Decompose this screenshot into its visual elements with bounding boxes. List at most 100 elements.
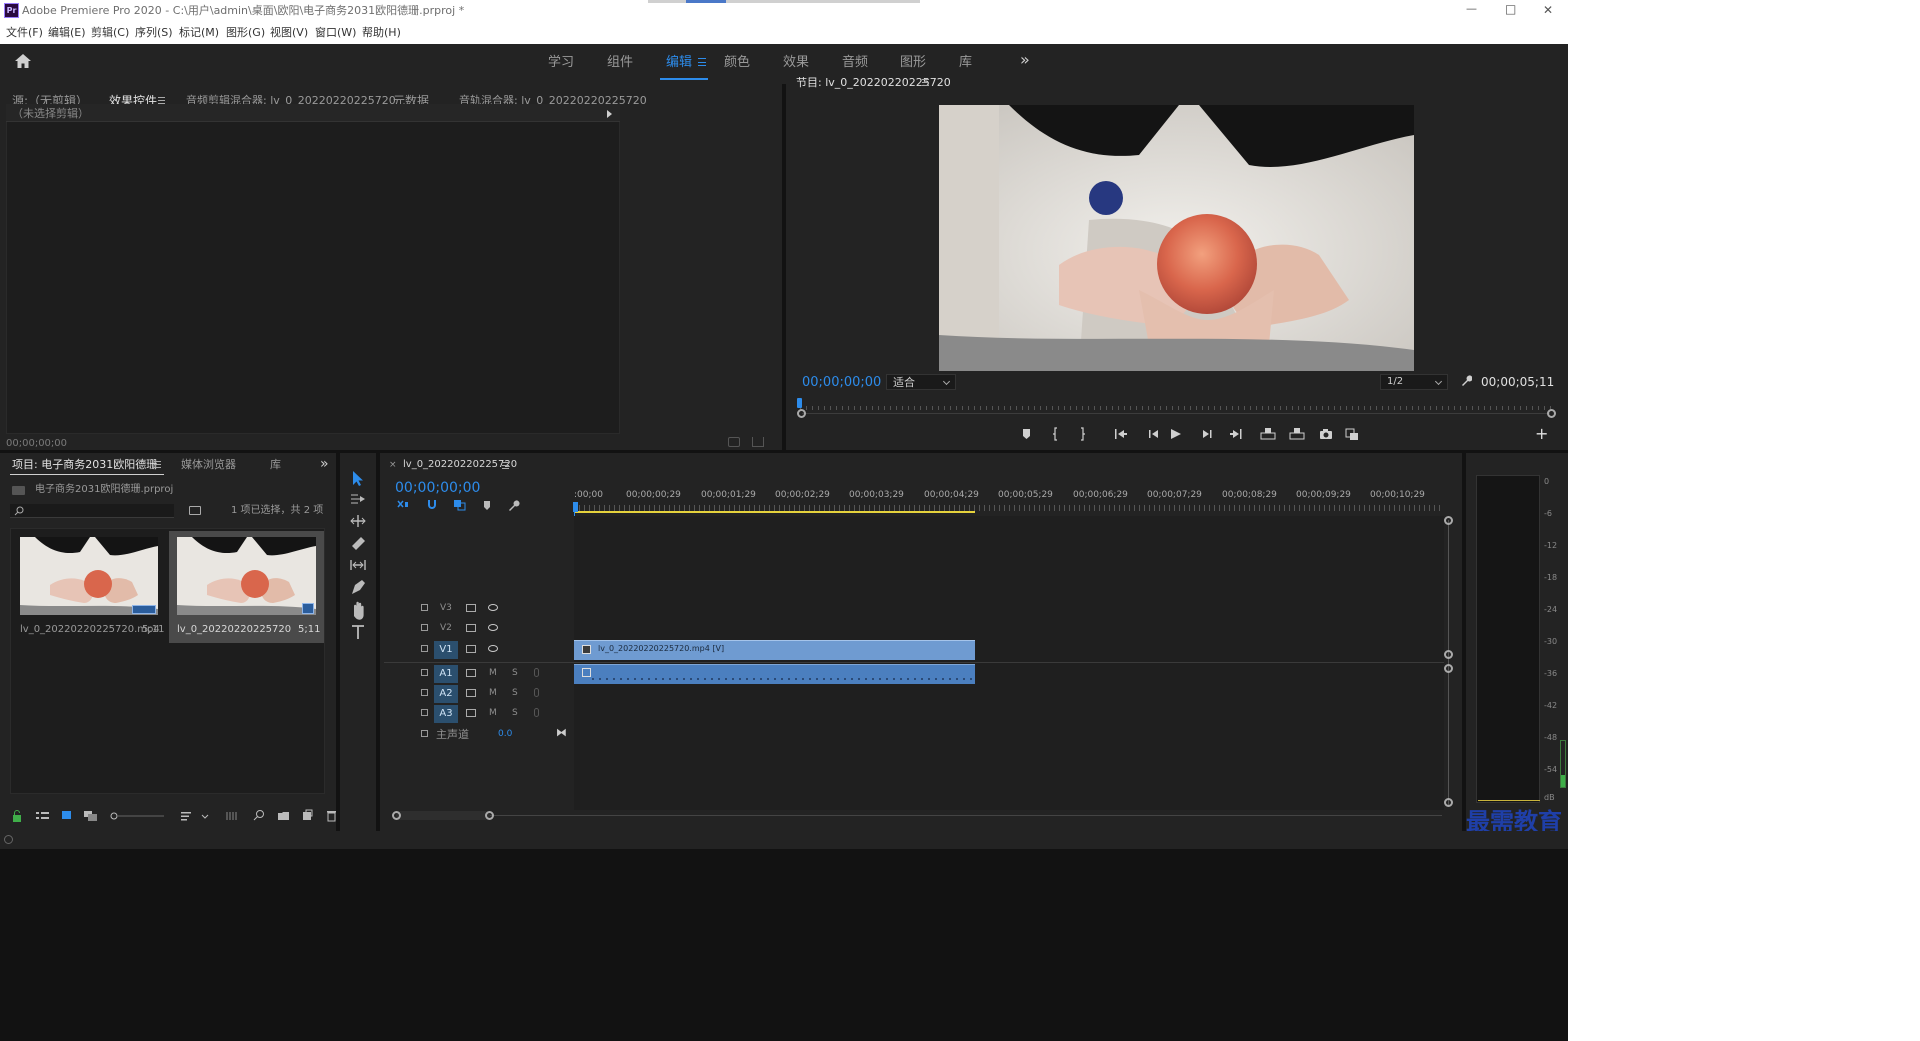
minimize-button[interactable]: — xyxy=(1466,3,1477,14)
zoom-handle-right[interactable] xyxy=(1547,409,1556,418)
workspace-menu-icon[interactable] xyxy=(698,58,706,66)
menu-help[interactable]: 帮助(H) xyxy=(362,27,401,38)
mark-out-icon[interactable] xyxy=(1081,427,1085,441)
go-to-in-icon[interactable] xyxy=(1115,429,1127,439)
close-window-button[interactable]: ✕ xyxy=(1543,4,1553,16)
lock-track-icon[interactable] xyxy=(421,709,428,716)
master-volume-value[interactable]: 0.0 xyxy=(498,730,512,739)
add-marker-icon[interactable] xyxy=(484,501,490,510)
panel-menu-icon[interactable] xyxy=(158,97,165,104)
workspace-learning[interactable]: 学习 xyxy=(548,56,574,69)
workspace-effects[interactable]: 效果 xyxy=(783,56,809,69)
track-header-v1[interactable]: V1 xyxy=(384,640,574,660)
work-area-bar[interactable] xyxy=(574,511,975,513)
program-playhead[interactable] xyxy=(797,398,802,408)
tab-libraries[interactable]: 库 xyxy=(270,459,281,470)
hscroll-handle-right[interactable] xyxy=(485,811,494,820)
track-header-v2[interactable]: V2 xyxy=(384,620,574,638)
timeline-settings-wrench-icon[interactable] xyxy=(509,500,520,511)
mute-button[interactable]: M xyxy=(489,689,497,698)
lock-track-icon[interactable] xyxy=(421,624,428,631)
automate-to-sequence-icon[interactable] xyxy=(226,812,237,820)
mute-button[interactable]: M xyxy=(489,709,497,718)
tab-project[interactable]: 项目: 电子商务2031欧阳德珊 xyxy=(12,459,157,470)
sync-lock-icon[interactable] xyxy=(466,604,476,612)
lift-icon[interactable] xyxy=(1260,428,1276,440)
timeline-scrollbar-horizontal[interactable] xyxy=(396,815,1442,816)
voice-over-mic-icon[interactable] xyxy=(534,668,539,677)
vscroll-handle-mid2[interactable] xyxy=(1444,664,1453,673)
tab-media-browser[interactable]: 媒体浏览器 xyxy=(181,459,236,470)
solo-button[interactable]: S xyxy=(512,669,518,678)
voice-over-mic-icon[interactable] xyxy=(534,708,539,717)
project-panel-menu-icon[interactable] xyxy=(154,461,161,468)
workspace-color[interactable]: 颜色 xyxy=(724,56,750,69)
hscroll-track[interactable] xyxy=(396,811,490,820)
panel-overflow-icon[interactable]: » xyxy=(320,457,329,471)
menu-window[interactable]: 窗口(W) xyxy=(315,27,356,38)
track-select-tool-icon[interactable] xyxy=(351,494,365,504)
source-patch-a1[interactable]: A1 xyxy=(434,665,458,683)
workspace-overflow-icon[interactable]: » xyxy=(1020,52,1030,68)
mute-button[interactable]: M xyxy=(489,669,497,678)
share-icon[interactable] xyxy=(752,437,764,447)
track-header-a1[interactable]: A1 M S xyxy=(384,664,574,684)
eye-icon[interactable] xyxy=(488,604,498,611)
menu-marker[interactable]: 标记(M) xyxy=(179,27,219,38)
ripple-edit-tool-icon[interactable] xyxy=(350,515,366,527)
timeline-scrollbar-vertical[interactable] xyxy=(1448,520,1449,805)
freeform-view-icon[interactable] xyxy=(84,811,97,821)
lock-track-icon[interactable] xyxy=(421,730,428,737)
workspace-assembly[interactable]: 组件 xyxy=(607,56,633,69)
sync-lock-icon[interactable] xyxy=(466,645,476,653)
resolution-dropdown[interactable]: 1/2 xyxy=(1380,374,1448,390)
menu-edit[interactable]: 编辑(E) xyxy=(48,27,86,38)
lock-track-icon[interactable] xyxy=(421,604,428,611)
track-header-v3[interactable]: V3 xyxy=(384,600,574,618)
lock-track-icon[interactable] xyxy=(421,689,428,696)
program-playhead-timecode[interactable]: 00;00;00;00 xyxy=(802,376,881,389)
wrench-icon[interactable] xyxy=(1460,375,1472,387)
export-frame-icon[interactable] xyxy=(728,437,740,447)
lock-track-icon[interactable] xyxy=(421,669,428,676)
mark-in-icon[interactable] xyxy=(1053,427,1057,441)
vscroll-handle-bottom[interactable] xyxy=(1444,798,1453,807)
pen-tool-icon[interactable] xyxy=(352,580,365,594)
zoom-slider[interactable] xyxy=(110,812,164,820)
new-search-bin-icon[interactable] xyxy=(189,506,201,515)
trash-icon[interactable] xyxy=(327,811,336,822)
eye-icon[interactable] xyxy=(488,624,498,631)
workspace-audio[interactable]: 音频 xyxy=(842,56,868,69)
project-item[interactable]: lv_0_20220220225720.mp4 5;11 xyxy=(14,531,164,641)
razor-tool-icon[interactable] xyxy=(352,537,365,550)
program-video-frame[interactable] xyxy=(939,105,1414,371)
source-patch-a3[interactable]: A3 xyxy=(434,705,458,723)
hscroll-handle-left[interactable] xyxy=(392,811,401,820)
eye-icon[interactable] xyxy=(488,645,498,652)
export-frame-icon[interactable] xyxy=(1320,429,1332,439)
hand-tool-icon[interactable] xyxy=(354,601,364,620)
audio-clip[interactable] xyxy=(574,664,975,684)
sequence-tab[interactable]: lv_0_20220220225720 xyxy=(403,460,517,470)
icon-view-icon[interactable] xyxy=(62,811,71,819)
menu-view[interactable]: 视图(V) xyxy=(270,27,308,38)
maximize-button[interactable]: □ xyxy=(1505,3,1516,15)
timeline-timecode[interactable]: 00;00;00;00 xyxy=(395,481,480,495)
comparison-view-icon[interactable] xyxy=(1345,428,1358,440)
workspace-graphics[interactable]: 图形 xyxy=(900,56,926,69)
track-header-a2[interactable]: A2 M S xyxy=(384,684,574,704)
program-time-ruler[interactable] xyxy=(800,398,1552,410)
search-input[interactable] xyxy=(10,504,174,518)
sort-icons-icon[interactable] xyxy=(181,812,209,821)
menu-clip[interactable]: 剪辑(C) xyxy=(91,27,129,38)
program-panel-menu-icon[interactable] xyxy=(922,79,929,86)
solo-button[interactable]: S xyxy=(512,709,518,718)
lock-track-icon[interactable] xyxy=(421,645,428,652)
menu-file[interactable]: 文件(F) xyxy=(6,27,43,38)
lock-icon[interactable] xyxy=(13,810,21,822)
insert-nest-icon[interactable] xyxy=(397,500,408,508)
track-header-master[interactable]: 主声道 0.0 ⧓ xyxy=(384,726,574,744)
new-item-icon[interactable] xyxy=(303,809,313,820)
sequence-tab-menu-icon[interactable] xyxy=(502,462,509,469)
go-to-end-icon[interactable]: ⧓ xyxy=(556,727,567,738)
